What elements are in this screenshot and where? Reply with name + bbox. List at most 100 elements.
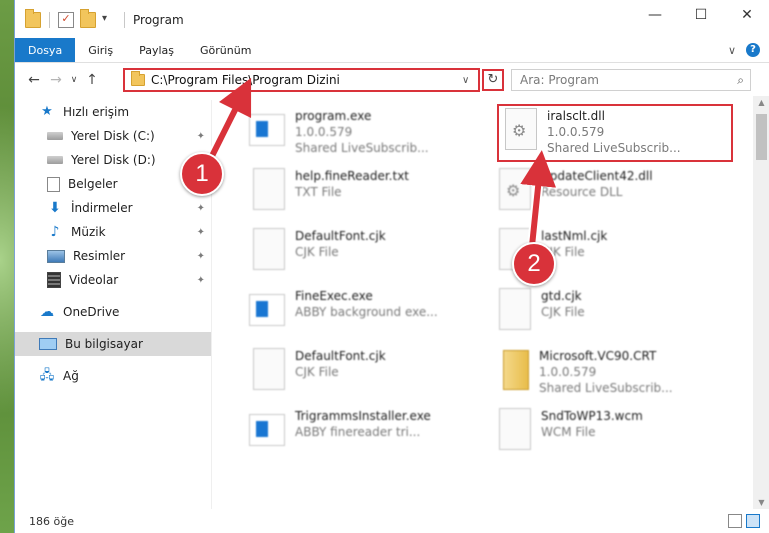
up-button[interactable]: ↑ (81, 72, 103, 88)
folder-icon (131, 71, 145, 86)
maximize-button[interactable]: ☐ (678, 0, 724, 30)
file-type: Resource DLL (541, 185, 623, 199)
sidebar-item-label: Belgeler (68, 177, 118, 191)
disk-icon (47, 132, 63, 140)
sidebar-item-music[interactable]: ♪ Müzik ✦ (15, 220, 211, 244)
address-bar[interactable]: C:\Program Files\Program Dizini ∨ (123, 68, 480, 92)
document-icon (499, 288, 531, 330)
recent-locations-button[interactable]: ∨ (67, 75, 81, 85)
exe-icon (249, 414, 285, 446)
window-title: Program (133, 13, 184, 27)
tiles-view-icon[interactable] (746, 514, 760, 528)
file-explorer-window: ✓ ▾ Program — ☐ ✕ Dosya Giriş Paylaş Gör… (14, 0, 769, 533)
file-name: DefaultFont.cjk (295, 349, 386, 363)
file-type: WCM File (541, 425, 596, 439)
title-bar: ✓ ▾ Program — ☐ ✕ (15, 0, 769, 42)
file-item[interactable]: TrigrammsInstaller.exe ABBY finereader tr… (249, 404, 479, 458)
status-bar: 186 öğe (15, 509, 769, 533)
sidebar-item-local-disk-c[interactable]: Yerel Disk (C:) ✦ (15, 124, 211, 148)
file-item[interactable]: DefaultFont.cjk CJK File (249, 224, 479, 278)
sidebar-item-label: İndirmeler (71, 201, 133, 215)
exe-icon (249, 294, 285, 326)
sidebar-item-pictures[interactable]: Resimler ✦ (15, 244, 211, 268)
file-type: ABBY finereader tri... (295, 425, 421, 439)
network-icon: 🖧 (39, 368, 55, 383)
customize-toolbar-icon[interactable]: ▾ (102, 13, 116, 27)
sidebar-item-label: Hızlı erişim (63, 105, 130, 119)
documents-icon (47, 176, 60, 192)
pin-icon: ✦ (196, 226, 205, 238)
sidebar-item-onedrive[interactable]: ☁ OneDrive (15, 300, 211, 324)
new-folder-icon[interactable] (80, 9, 96, 28)
sidebar-item-label: Yerel Disk (C:) (71, 129, 155, 143)
highlight-box (497, 104, 733, 162)
file-description: Shared LiveSubscrib... (295, 141, 429, 155)
music-icon: ♪ (50, 224, 60, 240)
details-view-icon[interactable] (728, 514, 742, 528)
item-count: 186 öğe (29, 514, 74, 528)
file-item[interactable]: UpdateClient42.dll Resource DLL (495, 164, 725, 218)
sidebar-item-label: Resimler (73, 249, 126, 263)
file-type: CJK File (541, 305, 585, 319)
file-version: 1.0.0.579 (295, 125, 353, 139)
file-name: Microsoft.VC90.CRT (539, 349, 657, 363)
quick-access-toolbar: ✓ ▾ Program (25, 9, 184, 28)
address-path[interactable]: C:\Program Files\Program Dizini (151, 73, 462, 87)
archive-icon (503, 350, 529, 390)
search-input[interactable]: Ara: Program ⌕ (511, 69, 751, 91)
file-item[interactable]: help.fineReader.txt TXT File (249, 164, 479, 218)
pin-icon: ✦ (196, 250, 205, 262)
refresh-button[interactable]: ↻ (482, 69, 504, 91)
file-version: 1.0.0.579 (539, 365, 597, 379)
minimize-button[interactable]: — (632, 0, 678, 30)
file-item[interactable]: SndToWP13.wcm WCM File (495, 404, 725, 458)
close-button[interactable]: ✕ (724, 0, 769, 30)
toolbar-separator (49, 12, 50, 28)
file-item[interactable]: DefaultFont.cjk CJK File (249, 344, 479, 398)
file-type: CJK File (295, 365, 339, 379)
file-description: Shared LiveSubscrib... (539, 381, 673, 395)
back-button[interactable]: ← (23, 72, 45, 88)
tab-paylas[interactable]: Paylaş (126, 38, 187, 62)
expand-ribbon-icon[interactable]: ∨ (728, 44, 736, 57)
properties-icon[interactable]: ✓ (58, 12, 74, 28)
scroll-down-icon[interactable]: ▼ (753, 498, 769, 507)
sidebar-item-downloads[interactable]: ⬇ İndirmeler ✦ (15, 196, 211, 220)
help-icon[interactable]: ? (746, 43, 760, 57)
file-item[interactable]: gtd.cjk CJK File (495, 284, 725, 338)
vertical-scrollbar[interactable]: ▲ ▼ (753, 96, 769, 509)
computer-icon (39, 338, 57, 350)
file-item[interactable]: Microsoft.VC90.CRT 1.0.0.579 Shared LiveSu… (495, 344, 725, 398)
search-placeholder: Ara: Program (520, 73, 599, 87)
sidebar-item-videos[interactable]: Videolar ✦ (15, 268, 211, 292)
tab-giris[interactable]: Giriş (75, 38, 126, 62)
file-name: DefaultFont.cjk (295, 229, 386, 243)
file-item-program-exe[interactable]: program.exe 1.0.0.579 Shared LiveSubscrib.… (249, 104, 479, 158)
scroll-up-icon[interactable]: ▲ (753, 98, 769, 107)
sidebar-item-network[interactable]: 🖧 Ağ (15, 364, 211, 388)
sidebar-item-label: Videolar (69, 273, 119, 287)
document-icon (253, 168, 285, 210)
star-icon: ★ (41, 104, 53, 119)
tab-dosya[interactable]: Dosya (15, 38, 76, 62)
address-dropdown-icon[interactable]: ∨ (462, 75, 478, 86)
file-type: CJK File (295, 245, 339, 259)
ribbon-tabs: Dosya Giriş Paylaş Görünüm ∨ ? (15, 38, 769, 63)
forward-button[interactable]: → (45, 72, 67, 88)
sidebar-item-quick-access[interactable]: ★ Hızlı erişim (15, 100, 211, 124)
document-icon (499, 408, 531, 450)
sidebar-item-this-pc[interactable]: Bu bilgisayar (15, 332, 211, 356)
annotation-badge-2: 2 (512, 242, 556, 286)
tab-gorunum[interactable]: Görünüm (187, 38, 264, 62)
dll-icon (499, 168, 531, 210)
sidebar-item-label: OneDrive (63, 305, 120, 319)
file-item[interactable]: FineExec.exe ABBY background exe... (249, 284, 479, 338)
disk-icon (47, 156, 63, 164)
pin-icon: ✦ (196, 202, 205, 214)
address-row: ← → ∨ ↑ C:\Program Files\Program Dizini … (15, 66, 769, 94)
scrollbar-thumb[interactable] (756, 114, 767, 160)
search-icon[interactable]: ⌕ (737, 73, 744, 88)
file-name: program.exe (295, 109, 372, 123)
annotation-badge-1: 1 (180, 152, 224, 196)
file-name: lastNml.cjk (541, 229, 608, 243)
